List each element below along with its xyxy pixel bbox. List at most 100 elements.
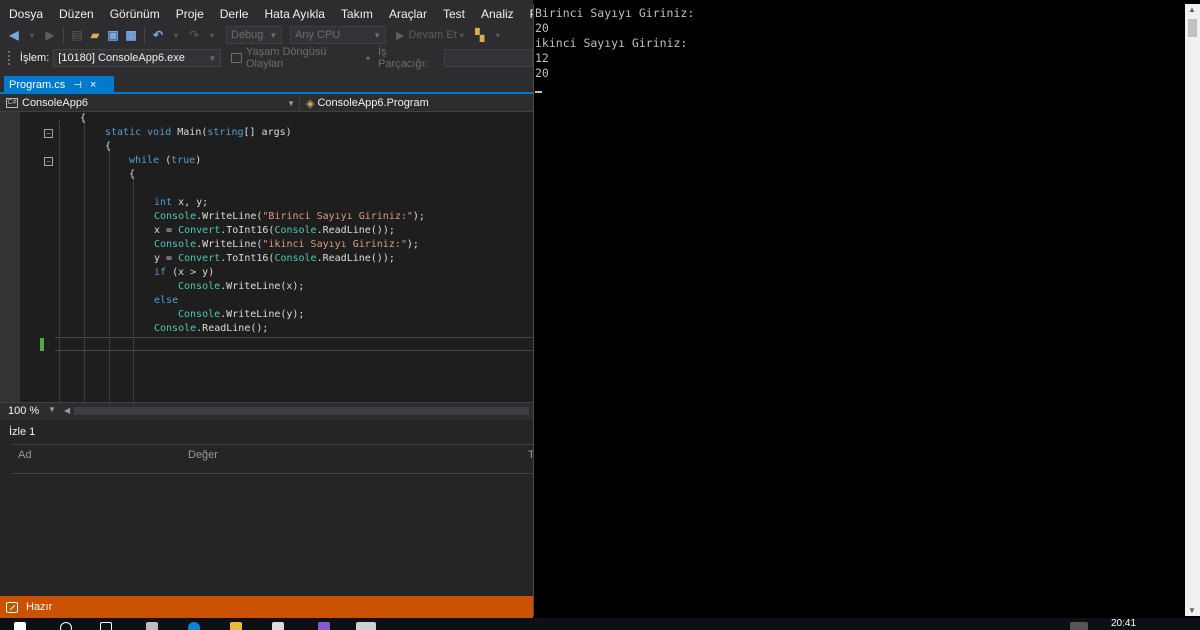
tray-icon[interactable] — [1070, 622, 1088, 630]
console-window[interactable]: Birinci Sayıyı Giriniz: 20 ikinci Sayıyı… — [533, 4, 1185, 616]
configuration-select[interactable]: Debug ▼ — [226, 26, 282, 44]
type-select[interactable]: ◈ ConsoleApp6.Program — [300, 95, 533, 111]
scroll-up-icon[interactable]: ▲ — [1188, 5, 1196, 14]
code-line: Console.WriteLine(y); — [178, 309, 305, 320]
thread-select[interactable] — [443, 49, 533, 67]
attach-icon[interactable]: ▚ — [472, 25, 488, 45]
open-file-icon[interactable]: ▰ — [87, 25, 103, 45]
chevron-down-icon: ▼ — [269, 30, 278, 40]
code-line: else — [154, 295, 179, 306]
pin-icon[interactable]: ⊣ — [73, 80, 82, 91]
project-select[interactable]: C# ConsoleApp6 ▼ — [0, 95, 300, 111]
back-icon[interactable]: ◀ — [6, 25, 22, 45]
change-marker — [40, 338, 44, 351]
console-output: Birinci Sayıyı Giriniz: 20 ikinci Sayıyı… — [535, 6, 694, 93]
redo-dropdown-icon[interactable]: ▾ — [204, 25, 220, 45]
toolbar-separator — [63, 27, 64, 43]
code-line: x = Convert.ToInt16(Console.ReadLine()); — [154, 225, 395, 236]
visual-studio-icon[interactable] — [318, 622, 330, 630]
edge-icon[interactable] — [188, 622, 200, 630]
code-line: Console.ReadLine(); — [154, 323, 269, 334]
code-line: { — [80, 113, 87, 124]
configuration-value: Debug — [231, 29, 264, 41]
menu-build[interactable]: Derle — [212, 4, 257, 24]
csharp-project-icon: C# — [6, 98, 18, 108]
menu-window[interactable]: Pencere — [522, 4, 533, 24]
menu-team[interactable]: Takım — [333, 4, 381, 24]
scroll-left-icon[interactable]: ◀ — [64, 406, 70, 415]
zoom-select[interactable]: 100 % ▼ — [0, 405, 60, 417]
column-value[interactable]: Değer — [188, 449, 218, 461]
task-view-icon[interactable] — [100, 622, 112, 630]
scroll-down-icon[interactable]: ▼ — [1188, 606, 1196, 615]
search-icon[interactable] — [60, 622, 72, 630]
ready-icon — [6, 601, 18, 613]
status-bar: Hazır — [0, 596, 533, 618]
menu-test[interactable]: Test — [435, 4, 473, 24]
file-explorer-icon[interactable] — [230, 622, 242, 630]
close-icon[interactable]: × — [90, 79, 96, 91]
lifecycle-label: Yaşam Döngüsü Olaylan — [245, 46, 327, 70]
horizontal-scrollbar[interactable]: ◀ — [64, 406, 529, 416]
lifecycle-events-button[interactable]: Yaşam Döngüsü Olaylan ▾ — [231, 46, 370, 70]
forward-icon[interactable]: ▶ — [42, 25, 58, 45]
menu-view[interactable]: Görünüm — [102, 4, 168, 24]
console-taskbar-icon[interactable] — [356, 622, 376, 630]
console-scrollbar[interactable]: ▲ ▼ — [1185, 4, 1200, 616]
undo-icon[interactable]: ↶ — [150, 25, 166, 45]
windows-taskbar: 20:41 — [0, 618, 1200, 630]
start-icon[interactable] — [14, 622, 26, 630]
menu-tools[interactable]: Araçlar — [381, 4, 435, 24]
menu-analyze[interactable]: Analiz — [473, 4, 522, 24]
store-icon[interactable] — [146, 622, 158, 630]
platform-value: Any CPU — [295, 29, 341, 41]
tab-title: Program.cs — [9, 79, 66, 91]
continue-button[interactable]: ▶ Devam Et ▾ — [394, 25, 466, 45]
code-line: int x, y; — [154, 197, 209, 208]
chevron-down-icon: ▼ — [48, 404, 56, 414]
code-line: { — [105, 141, 112, 152]
continue-label: Devam Et — [408, 29, 457, 41]
column-name[interactable]: Ad — [18, 449, 31, 461]
chevron-down-icon: ▼ — [208, 53, 217, 63]
process-select[interactable]: [10180] ConsoleApp6.exe ▼ — [53, 49, 222, 67]
menu-edit[interactable]: Düzen — [51, 4, 102, 24]
indent-guide — [84, 120, 85, 402]
toolbar-separator — [144, 27, 145, 43]
code-editor[interactable]: − − { static void Main(string[] args) { … — [0, 112, 533, 402]
class-icon: ◈ — [306, 97, 315, 110]
scroll-track[interactable] — [74, 406, 529, 415]
collapse-icon[interactable]: − — [44, 157, 53, 166]
indent-guide — [59, 120, 60, 402]
toolbar-grip[interactable] — [8, 51, 12, 65]
platform-select[interactable]: Any CPU ▼ — [290, 26, 386, 44]
console-line: 20 — [535, 21, 549, 35]
undo-dropdown-icon[interactable]: ▾ — [168, 25, 184, 45]
tab-program-cs[interactable]: Program.cs ⊣ × — [4, 76, 114, 94]
scroll-thumb[interactable] — [1188, 19, 1197, 37]
app-icon[interactable] — [272, 622, 284, 630]
save-icon[interactable]: ▣ — [105, 25, 121, 45]
collapse-icon[interactable]: − — [44, 129, 53, 138]
back-dropdown-icon[interactable]: ▾ — [24, 25, 40, 45]
redo-icon[interactable]: ↷ — [186, 25, 202, 45]
clock[interactable]: 20:41 — [1111, 618, 1136, 630]
play-icon: ▶ — [396, 29, 405, 42]
watch-title[interactable]: İzle 1 — [9, 426, 35, 438]
menu-debug[interactable]: Hata Ayıkla — [256, 4, 332, 24]
chevron-down-icon: ▼ — [373, 30, 381, 40]
type-name: ConsoleApp6.Program — [317, 97, 429, 109]
code-line: Console.WriteLine("Birinci Sayıyı Girini… — [154, 211, 425, 222]
lifecycle-icon — [231, 53, 242, 63]
menu-file[interactable]: Dosya — [0, 4, 51, 24]
code-line: { — [129, 169, 136, 180]
new-project-icon[interactable]: ▤ — [69, 25, 85, 45]
menu-project[interactable]: Proje — [168, 4, 212, 24]
indicator-margin[interactable] — [0, 112, 20, 402]
save-all-icon[interactable]: ▩ — [123, 25, 139, 45]
divider — [12, 473, 533, 474]
code-line: Console.WriteLine(x); — [178, 281, 305, 292]
current-line-highlight — [55, 337, 533, 351]
process-label: İşlem: — [19, 52, 50, 64]
toolbar-overflow-icon[interactable]: ▾ — [490, 25, 506, 45]
